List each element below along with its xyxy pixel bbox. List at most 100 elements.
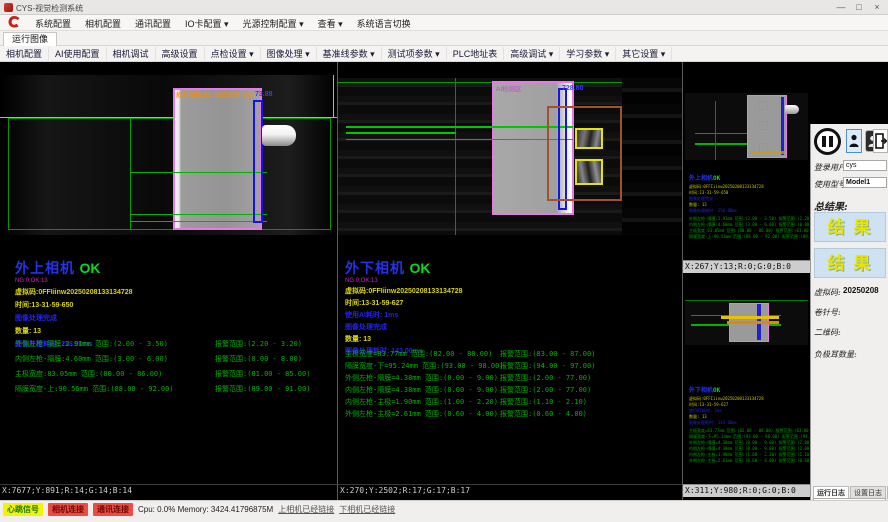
thumbnail-column: 外上相机OK 虚拟码:0FFIiinw20250208133134728 时间:… (683, 62, 810, 500)
right-sidebar: 登录用户: cys 使用型号: Model1 总结果: 结 果 结 果 虚拟码:… (810, 124, 888, 522)
middle-barcode: 虚拟码:0FFIiinw20250208133134728 (345, 286, 463, 296)
tool-learning-params[interactable]: 学习参数 ▾ (560, 47, 616, 60)
result-box-top: 结 果 (814, 212, 886, 242)
tool-advanced-settings[interactable]: 高级设置 (156, 47, 205, 60)
blue-measure-label: 728.80 (562, 85, 583, 92)
ai-zone-label: AI检测区 (496, 83, 522, 93)
left-camera-title: 外上相机 (15, 260, 75, 276)
title-bar: CYS-视觉检测系统 — □ × (0, 0, 888, 15)
middle-count: 数量: 13 (345, 334, 463, 344)
measure-row: 内侧左枪-主极=1.90mm 范围:(1.00 - 2.20)报警范围:(1.1… (345, 397, 498, 407)
pin-number-label: 卷针号: (814, 307, 841, 318)
vcode-label: 虚拟码: (814, 287, 841, 298)
total-result-label: 总结果: (814, 198, 848, 213)
tab-run-image[interactable]: 运行图像 (3, 32, 57, 46)
tool-spot-check[interactable]: 点检设置 ▾ (205, 47, 261, 60)
operator-mode-button[interactable] (846, 129, 862, 153)
cpu-memory-text: Cpu: 0.0% Memory: 3424.41796875M (138, 505, 273, 514)
green-measure-line (130, 172, 267, 173)
green-measure-line (130, 214, 267, 215)
threshold-overlay-text: 静态阈值:93, 动态阈值:100 (176, 89, 253, 99)
menu-item-language[interactable]: 系统语言切换 (350, 17, 418, 30)
menu-item-view[interactable]: 查看 ▾ (311, 17, 350, 30)
menu-item-comm-config[interactable]: 通讯配置 (128, 17, 178, 30)
qr-code-label: 二维码: (814, 327, 841, 338)
app-icon (4, 3, 13, 12)
middle-ai-elapsed: 使用AI耗时: 1ms (345, 310, 463, 320)
menu-item-camera-config[interactable]: 相机配置 (78, 17, 128, 30)
tool-camera-debug[interactable]: 相机调试 (107, 47, 156, 60)
middle-done: 图像处理完成 (345, 322, 463, 332)
pin-object (262, 125, 296, 146)
tool-other-settings[interactable]: 其它设置 ▾ (616, 47, 672, 60)
yellow-tab-rect (575, 159, 603, 185)
tool-test-params[interactable]: 测试项参数 ▾ (382, 47, 447, 60)
status-bar: 心跳信号 相机连接 通讯连接 Cpu: 0.0% Memory: 3424.41… (0, 500, 888, 522)
middle-camera-title: 外下相机 (345, 260, 405, 276)
minimize-button[interactable]: — (832, 0, 850, 14)
yellow-tab-rect (575, 128, 603, 149)
measure-row: 内侧左枪-隔膜=4.38mm 范围:(0.00 - 9.00)报警范围:(2.0… (345, 385, 498, 395)
comm-status-badge: 通讯连接 (93, 503, 133, 516)
maximize-button[interactable]: □ (850, 0, 868, 14)
measure-row: 主极宽度:83.05mm 范围:(80.00 - 86.00)报警范围:(81.… (15, 369, 162, 379)
upper-camera-link-text: 上相机已经链接 (278, 504, 334, 515)
measure-row: 主极宽度=83.77mm 范围:(82.00 - 88.00)报警范围:(83.… (345, 349, 492, 359)
model-field[interactable]: Model1 (843, 177, 887, 188)
app-window: CYS-视觉检测系统 — □ × 系统配置 相机配置 通讯配置 IO卡配置 ▾ … (0, 0, 888, 522)
brown-roi-rect (547, 106, 622, 201)
bottom-thumbnail-caption: X:311;Y:980;R:0;G:0;B:0 (683, 484, 810, 497)
vcode-value: 20250208 (843, 286, 879, 295)
blue-measure-rect (253, 100, 263, 223)
menu-bar: 系统配置 相机配置 通讯配置 IO卡配置 ▾ 光源控制配置 ▾ 查看 ▾ 系统语… (0, 15, 888, 31)
menu-item-io-config[interactable]: IO卡配置 ▾ (178, 17, 236, 30)
left-done: 图像处理完成 (15, 313, 133, 323)
blue-measure-label: 73.88 (255, 91, 273, 98)
left-camera-ok: OK (79, 260, 100, 276)
login-user-field[interactable]: cys (843, 160, 887, 171)
heartbeat-status-badge: 心跳信号 (3, 503, 43, 516)
main-area: 73.88 静态阈值:93, 动态阈值:100 外上相机 OK NG:0;OK:… (0, 62, 888, 500)
tool-advanced-debug[interactable]: 高级调试 ▾ (504, 47, 560, 60)
tab-count-label: 负极耳数量: (814, 349, 857, 360)
left-pixel-caption: X:7677;Y:891;R:14;G:14;B:14 (0, 484, 337, 500)
pink-detect-rect (173, 88, 262, 230)
middle-camera-ok: OK (409, 260, 430, 276)
thumb-pin (785, 105, 799, 114)
green-measure-line (346, 132, 456, 134)
tool-plc-table[interactable]: PLC地址表 (447, 47, 505, 60)
middle-camera-panel: AI检测区 728.80 外下相机 OK NG:0;OK: (338, 62, 682, 500)
tab-bar: 运行图像 (0, 31, 888, 46)
tool-ai-config[interactable]: AI使用配置 (49, 47, 107, 60)
pause-button[interactable] (814, 128, 841, 155)
tool-baseline-params[interactable]: 基准线参数 ▾ (317, 47, 382, 60)
top-thumbnail-caption: X:267;Y:13;R:0;G:0;B:0 (683, 260, 810, 273)
tool-camera-config[interactable]: 相机配置 (0, 47, 49, 60)
brand-logo-icon (5, 13, 23, 31)
measure-row: 隔膜宽度-下=95.24mm 范围:(93.00 - 98.00)报警范围:(9… (345, 361, 504, 371)
middle-sub-text: NG:0;OK:13 (345, 278, 463, 284)
tool-image-processing[interactable]: 图像处理 ▾ (261, 47, 317, 60)
camera-status-badge: 相机连接 (48, 503, 88, 516)
green-measure-line (130, 221, 267, 222)
measure-row: 内侧左枪-隔膜:4.60mm 范围:(3.00 - 6.00)报警范围:(0.0… (15, 354, 168, 364)
middle-pixel-caption: X:270;Y:2502;R:17;G:17;B:17 (338, 484, 682, 500)
close-button[interactable]: × (868, 0, 886, 14)
middle-result-block: 外下相机 OK NG:0;OK:13 虚拟码:0FFIiinw202502081… (345, 258, 463, 356)
menu-item-light-config[interactable]: 光源控制配置 ▾ (236, 17, 311, 30)
measure-row: 外侧左枪-隔膜:2.91mm 范围:(2.00 - 3.50)报警范围:(2.2… (15, 339, 168, 349)
lower-camera-link-text: 下相机已经链接 (339, 504, 395, 515)
exit-button[interactable] (873, 129, 888, 153)
top-thumbnail-image[interactable] (685, 93, 808, 160)
pause-icon (822, 136, 826, 147)
result-box-bottom: 结 果 (814, 248, 886, 278)
left-result-block: 外上相机 OK NG:0;OK:13 虚拟码:0FFIiinw202502081… (15, 258, 133, 349)
middle-camera-image[interactable]: AI检测区 728.80 (338, 78, 682, 235)
green-guide-line-vertical (455, 78, 456, 235)
middle-time: 时间:13-31-59-627 (345, 298, 463, 308)
left-camera-image[interactable]: 73.88 静态阈值:93, 动态阈值:100 (0, 75, 337, 235)
menu-item-system-config[interactable]: 系统配置 (28, 17, 78, 30)
measure-row: 隔膜宽度-上:90.56mm 范围:(88.00 - 92.00)报警范围:(8… (15, 384, 174, 394)
bottom-thumbnail-image[interactable] (685, 300, 808, 345)
left-count: 数量: 13 (15, 326, 133, 336)
